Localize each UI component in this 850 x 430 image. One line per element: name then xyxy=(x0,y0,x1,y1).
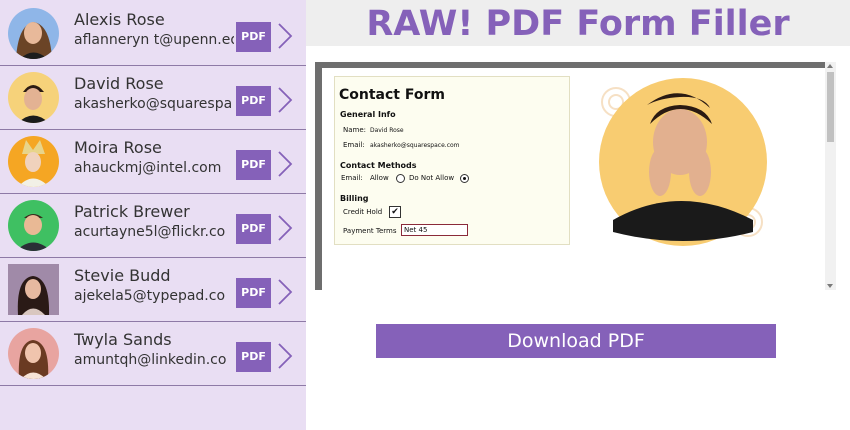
allow-radio[interactable] xyxy=(396,174,405,183)
download-pdf-button[interactable]: Download PDF xyxy=(376,324,776,358)
name-value: David Rose xyxy=(370,127,404,134)
contact-form: Contact Form General Info Name: David Ro… xyxy=(334,76,570,245)
email-value: akasherko@squarespace.com xyxy=(370,142,460,149)
pdf-page: Contact Form General Info Name: David Ro… xyxy=(322,68,825,290)
section-general-info: General Info xyxy=(340,110,396,119)
app-root: Alexis Rose aflanneryn t@upenn.ed PDF Da… xyxy=(0,0,850,430)
allow-label: Allow xyxy=(370,174,389,182)
scroll-up-icon[interactable] xyxy=(827,64,833,68)
scroll-thumb[interactable] xyxy=(827,72,834,142)
contact-name: Moira Rose xyxy=(74,138,162,157)
scroll-down-icon[interactable] xyxy=(827,284,833,288)
pdf-button[interactable]: PDF xyxy=(236,22,271,52)
pdf-button[interactable]: PDF xyxy=(236,150,271,180)
chevron-right-icon[interactable] xyxy=(276,342,294,370)
credit-hold-label: Credit Hold xyxy=(343,208,383,216)
contact-email: ahauckmj@intel.com xyxy=(74,160,222,176)
pdf-button[interactable]: PDF xyxy=(236,278,271,308)
contact-email: ajekela5@typepad.co xyxy=(74,288,226,304)
contact-name: Alexis Rose xyxy=(74,10,165,29)
credit-hold-checkbox[interactable]: ✔ xyxy=(389,206,401,218)
contact-email: akasherko@squarespa xyxy=(74,96,233,112)
pdf-button[interactable]: PDF xyxy=(236,342,271,372)
do-not-allow-radio[interactable] xyxy=(460,174,469,183)
contact-photo xyxy=(588,72,773,257)
avatar xyxy=(8,72,59,123)
contact-name: Twyla Sands xyxy=(74,330,172,349)
pdf-viewer[interactable]: Contact Form General Info Name: David Ro… xyxy=(315,62,836,290)
contact-list: Alexis Rose aflanneryn t@upenn.ed PDF Da… xyxy=(0,0,306,430)
contact-email: acurtayne5l@flickr.co xyxy=(74,224,226,240)
contact-row-alexis-rose[interactable]: Alexis Rose aflanneryn t@upenn.ed PDF xyxy=(0,2,306,66)
email-label: Email: xyxy=(343,141,365,149)
chevron-right-icon[interactable] xyxy=(276,22,294,50)
avatar xyxy=(8,8,59,59)
section-billing: Billing xyxy=(340,194,369,203)
avatar xyxy=(8,264,59,315)
contact-email: amuntqh@linkedin.co xyxy=(74,352,227,368)
do-not-allow-label: Do Not Allow xyxy=(409,174,455,182)
payment-terms-label: Payment Terms xyxy=(343,227,397,235)
method-email-label: Email: xyxy=(341,174,363,182)
contact-row-patrick-brewer[interactable]: Patrick Brewer acurtayne5l@flickr.co PDF xyxy=(0,194,306,258)
avatar xyxy=(8,136,59,187)
pdf-button[interactable]: PDF xyxy=(236,86,271,116)
payment-terms-input[interactable]: Net 45 xyxy=(401,224,468,236)
name-label: Name: xyxy=(343,126,367,134)
chevron-right-icon[interactable] xyxy=(276,86,294,114)
contact-row-twyla-sands[interactable]: Twyla Sands amuntqh@linkedin.co PDF xyxy=(0,322,306,386)
contact-row-stevie-budd[interactable]: Stevie Budd ajekela5@typepad.co PDF xyxy=(0,258,306,322)
header-bar: RAW! PDF Form Filler xyxy=(306,0,850,46)
form-title: Contact Form xyxy=(339,87,445,103)
contact-name: David Rose xyxy=(74,74,164,93)
section-contact-methods: Contact Methods xyxy=(340,161,417,170)
contact-row-moira-rose[interactable]: Moira Rose ahauckmj@intel.com PDF xyxy=(0,130,306,194)
pdf-button[interactable]: PDF xyxy=(236,214,271,244)
chevron-right-icon[interactable] xyxy=(276,214,294,242)
contact-email: aflanneryn t@upenn.ed xyxy=(74,32,234,48)
chevron-right-icon[interactable] xyxy=(276,150,294,178)
avatar xyxy=(8,328,59,379)
contact-name: Stevie Budd xyxy=(74,266,171,285)
app-title: RAW! PDF Form Filler xyxy=(366,4,790,44)
chevron-right-icon[interactable] xyxy=(276,278,294,306)
contact-name: Patrick Brewer xyxy=(74,202,190,221)
contact-row-david-rose[interactable]: David Rose akasherko@squarespa PDF xyxy=(0,66,306,130)
vertical-scrollbar[interactable] xyxy=(825,62,836,290)
avatar xyxy=(8,200,59,251)
